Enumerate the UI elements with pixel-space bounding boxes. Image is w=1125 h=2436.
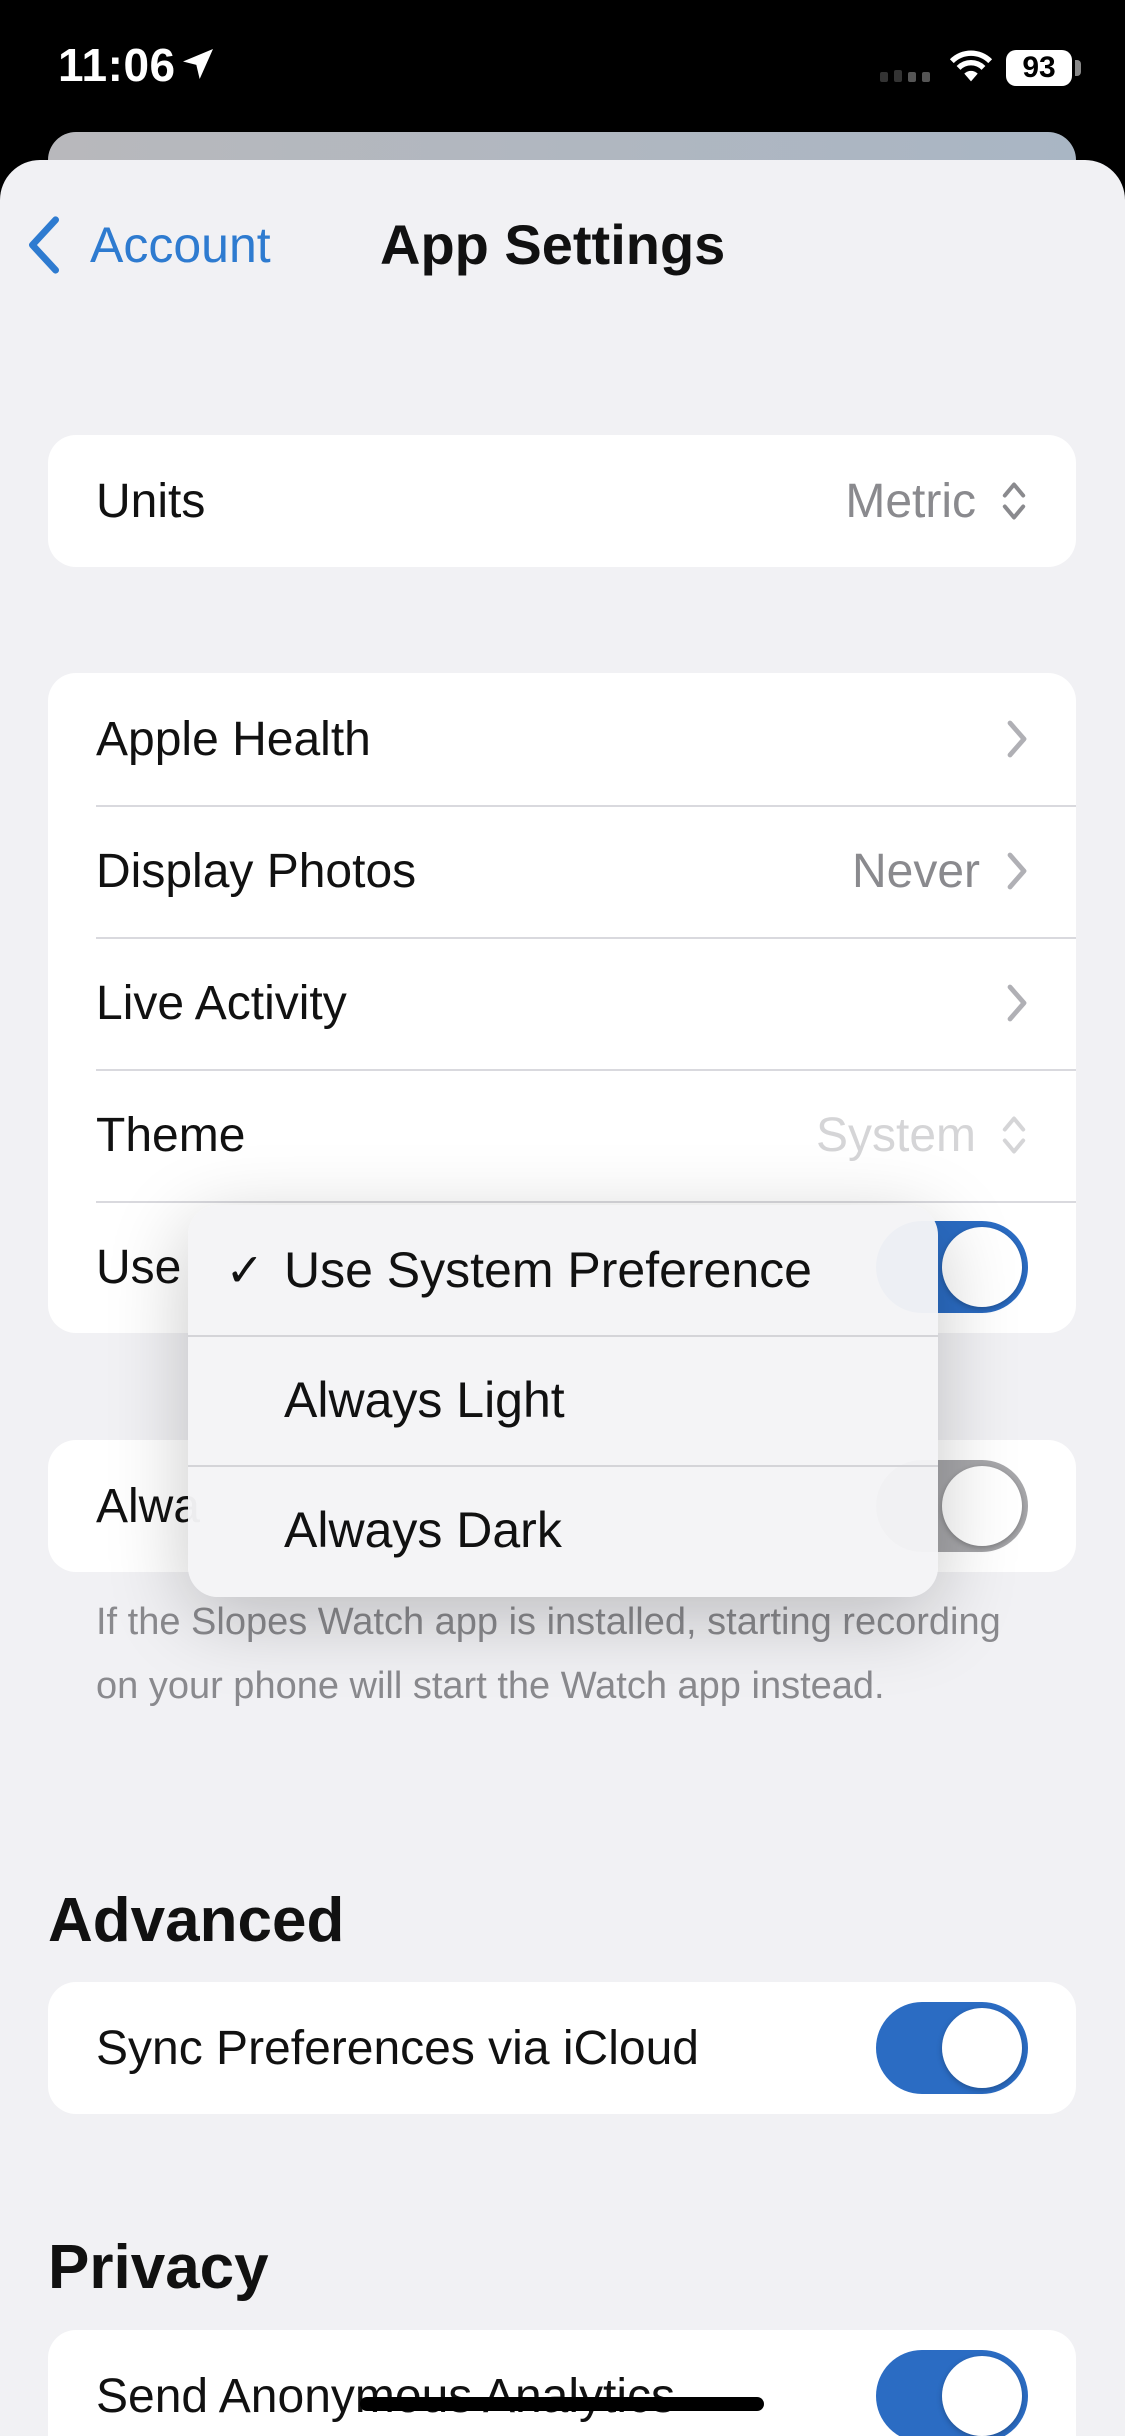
battery-nub: [1075, 60, 1081, 76]
advanced-header: Advanced: [48, 1886, 345, 1955]
theme-value: System: [815, 1108, 976, 1162]
menu-item-label: Use System Preference: [284, 1242, 812, 1298]
menu-item-label: Always Light: [284, 1372, 565, 1428]
live-activity-row[interactable]: Live Activity: [48, 937, 1076, 1069]
chevron-right-icon: [1007, 852, 1027, 890]
back-button[interactable]: Account: [26, 210, 271, 280]
cellular-signal-icon: [880, 70, 930, 82]
advanced-group: Sync Preferences via iCloud: [48, 1982, 1076, 2114]
units-row[interactable]: Units Metric: [48, 435, 1076, 567]
chevron-right-icon: [1007, 984, 1027, 1022]
home-indicator[interactable]: [360, 2397, 764, 2411]
units-group: Units Metric: [48, 435, 1076, 567]
sync-label: Sync Preferences via iCloud: [96, 2021, 699, 2075]
apple-health-label: Apple Health: [96, 712, 371, 766]
privacy-header: Privacy: [48, 2233, 269, 2302]
analytics-label: Send Anonymous Analytics: [96, 2369, 676, 2423]
watch-row-label: Alwa: [96, 1479, 201, 1533]
status-bar: 11:06 93: [0, 0, 1125, 150]
page-title: App Settings: [380, 213, 726, 276]
use-row-label: Use: [96, 1240, 182, 1294]
analytics-toggle[interactable]: [876, 2350, 1028, 2436]
privacy-group: Send Anonymous Analytics: [48, 2330, 1076, 2436]
analytics-row: Send Anonymous Analytics: [48, 2330, 1076, 2436]
sync-row: Sync Preferences via iCloud: [48, 1982, 1076, 2114]
chevron-left-icon: [28, 216, 60, 274]
display-photos-row[interactable]: Display Photos Never: [48, 805, 1076, 937]
menu-item-label: Always Dark: [284, 1502, 562, 1558]
menu-item-use-system[interactable]: ✓ Use System Preference: [188, 1205, 938, 1335]
menu-item-always-light[interactable]: Always Light: [188, 1335, 938, 1465]
display-photos-label: Display Photos: [96, 844, 417, 898]
checkmark-icon: ✓: [225, 1244, 264, 1296]
sync-toggle[interactable]: [876, 2002, 1028, 2094]
chevron-up-down-icon: [1002, 1116, 1026, 1154]
status-time: 11:06: [58, 39, 176, 91]
theme-label: Theme: [96, 1108, 246, 1162]
chevron-up-down-icon: [1002, 482, 1026, 520]
theme-row[interactable]: Theme System: [48, 1069, 1076, 1201]
menu-item-always-dark[interactable]: Always Dark: [188, 1465, 938, 1595]
units-value: Metric: [845, 474, 976, 528]
toggle-knob: [942, 1227, 1022, 1307]
battery-indicator: 93: [1006, 50, 1072, 86]
theme-popup-menu: ✓ Use System Preference Always Light Alw…: [188, 1205, 938, 1597]
units-label: Units: [96, 474, 206, 528]
apple-health-row[interactable]: Apple Health: [48, 673, 1076, 805]
watch-footnote: If the Slopes Watch app is installed, st…: [96, 1601, 1001, 1707]
live-activity-label: Live Activity: [96, 976, 347, 1030]
toggle-knob: [942, 1466, 1022, 1546]
toggle-knob: [942, 2008, 1022, 2088]
back-label: Account: [90, 217, 271, 273]
wifi-icon: [949, 50, 993, 82]
location-arrow-icon: [183, 49, 213, 79]
chevron-right-icon: [1007, 720, 1027, 758]
display-photos-value: Never: [851, 844, 980, 898]
toggle-knob: [942, 2356, 1022, 2436]
